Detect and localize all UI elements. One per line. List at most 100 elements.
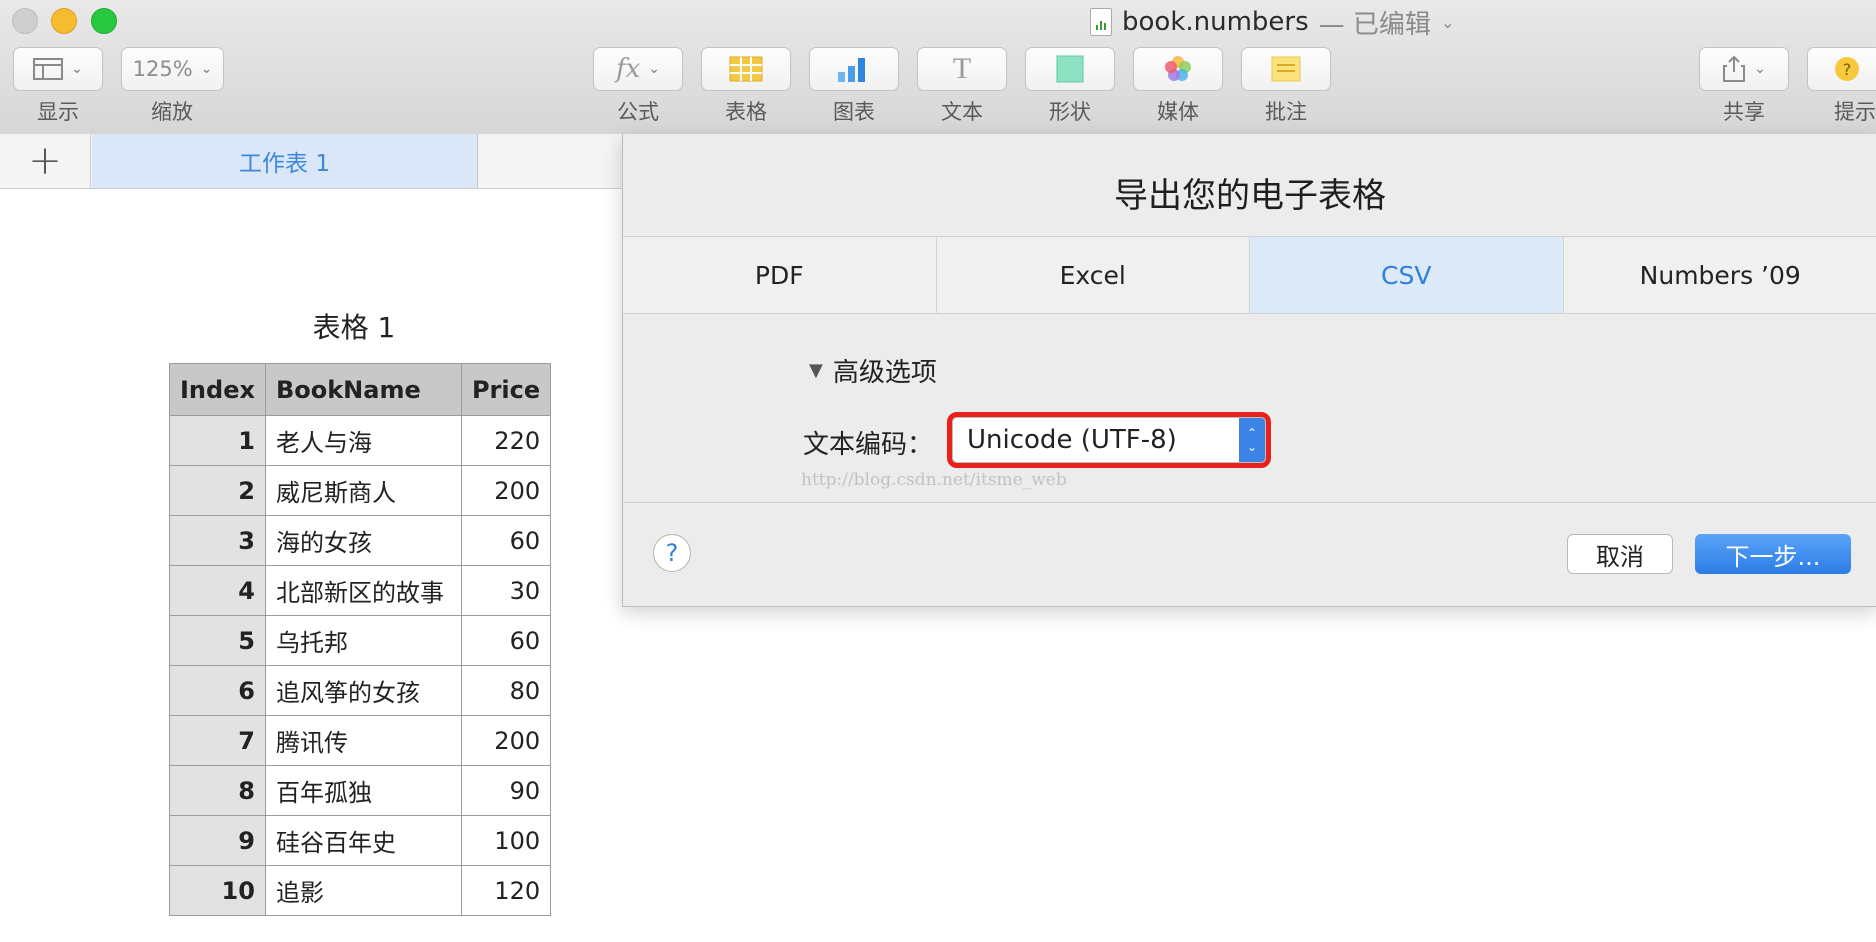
text-encoding-label: 文本编码： xyxy=(803,430,934,460)
cell-index[interactable]: 9 xyxy=(169,815,266,866)
square-shape-icon xyxy=(1056,55,1084,83)
cell-bookname[interactable]: 海的女孩 xyxy=(264,515,462,566)
table-title[interactable]: 表格 1 xyxy=(170,306,538,346)
table-row: 8 百年孤独 90 xyxy=(169,765,552,816)
cell-index[interactable]: 1 xyxy=(169,415,266,466)
cell-price[interactable]: 80 xyxy=(460,665,552,716)
share-button[interactable]: ⌄ xyxy=(1699,47,1789,91)
cell-price[interactable]: 60 xyxy=(460,615,552,666)
cell-index[interactable]: 6 xyxy=(169,665,266,716)
text-button[interactable]: T xyxy=(917,47,1007,91)
tips-label: 提示 xyxy=(1834,100,1876,124)
table-row: 4 北部新区的故事 30 xyxy=(169,565,552,616)
zoom-label: 缩放 xyxy=(151,100,193,124)
table-row: 3 海的女孩 60 xyxy=(169,515,552,566)
chevron-down-icon: ⌄ xyxy=(1440,12,1455,32)
header-cell-bookname[interactable]: BookName xyxy=(264,363,462,416)
photos-flower-icon xyxy=(1165,56,1191,81)
cell-bookname[interactable]: 腾讯传 xyxy=(264,715,462,766)
svg-text:?: ? xyxy=(1843,60,1852,79)
minimize-window-button[interactable] xyxy=(51,8,77,34)
cell-index[interactable]: 4 xyxy=(169,565,266,616)
spreadsheet-table[interactable]: Index BookName Price 1 老人与海 220 2 威尼斯商人 200 3 海… xyxy=(169,363,552,916)
cell-bookname[interactable]: 硅谷百年史 xyxy=(264,815,462,866)
cell-index[interactable]: 8 xyxy=(169,765,266,816)
share-label: 共享 xyxy=(1723,100,1765,124)
cell-bookname[interactable]: 追风筝的女孩 xyxy=(264,665,462,716)
cell-price[interactable]: 60 xyxy=(460,515,552,566)
cell-index[interactable]: 10 xyxy=(169,865,266,916)
advanced-options-label: 高级选项 xyxy=(832,358,937,388)
zoom-menu[interactable]: 125% ⌄ xyxy=(121,47,224,91)
help-button[interactable]: ? xyxy=(653,534,691,572)
cell-price[interactable]: 120 xyxy=(460,865,552,916)
plus-icon: + xyxy=(28,138,62,184)
view-label: 显示 xyxy=(37,100,79,124)
add-sheet-button[interactable]: + xyxy=(0,134,91,188)
next-button[interactable]: 下一步... xyxy=(1695,534,1851,574)
cell-price[interactable]: 200 xyxy=(460,715,552,766)
cell-bookname[interactable]: 百年孤独 xyxy=(264,765,462,816)
tab-pdf[interactable]: PDF xyxy=(623,237,937,313)
tab-csv[interactable]: CSV xyxy=(1250,237,1564,313)
view-button[interactable]: ⌄ xyxy=(13,47,103,91)
export-format-tabs: PDF Excel CSV Numbers ’09 xyxy=(623,236,1876,314)
edited-status: — 已编辑 xyxy=(1318,9,1431,40)
shape-label: 形状 xyxy=(1049,100,1091,124)
tips-button[interactable]: ? xyxy=(1807,47,1876,91)
cell-bookname[interactable]: 老人与海 xyxy=(264,415,462,466)
cell-price[interactable]: 30 xyxy=(460,565,552,616)
cell-price[interactable]: 220 xyxy=(460,415,552,466)
cell-price[interactable]: 200 xyxy=(460,465,552,516)
shape-button[interactable] xyxy=(1025,47,1115,91)
numbers-document-icon xyxy=(1090,8,1112,36)
formula-button[interactable]: fx ⌄ xyxy=(593,47,683,91)
formula-label: 公式 xyxy=(617,100,659,124)
table-row: 10 追影 120 xyxy=(169,865,552,916)
cell-bookname[interactable]: 乌托邦 xyxy=(264,615,462,666)
advanced-options-toggle[interactable]: ▼ 高级选项 xyxy=(809,352,937,389)
cancel-button[interactable]: 取消 xyxy=(1567,534,1673,574)
cell-bookname[interactable]: 威尼斯商人 xyxy=(264,465,462,516)
table-row: 6 追风筝的女孩 80 xyxy=(169,665,552,716)
tab-numbers-09[interactable]: Numbers ’09 xyxy=(1564,237,1876,313)
cell-index[interactable]: 5 xyxy=(169,615,266,666)
comment-button[interactable] xyxy=(1241,47,1331,91)
cell-bookname[interactable]: 北部新区的故事 xyxy=(264,565,462,616)
export-dialog: 导出您的电子表格 PDF Excel CSV Numbers ’09 ▼ 高级选… xyxy=(622,134,1876,607)
chart-label: 图表 xyxy=(833,100,875,124)
chevron-down-icon: ⌄ xyxy=(200,61,213,77)
cell-price[interactable]: 90 xyxy=(460,765,552,816)
cell-index[interactable]: 3 xyxy=(169,515,266,566)
chevron-down-icon: ⌄ xyxy=(71,61,83,77)
chevron-down-icon: ⌄ xyxy=(1754,61,1766,77)
header-cell-price[interactable]: Price xyxy=(460,363,552,416)
table-button[interactable] xyxy=(701,47,791,91)
text-encoding-select[interactable]: Unicode (UTF-8) ⌃ ⌄ xyxy=(952,417,1266,463)
window-title[interactable]: book.numbers — 已编辑 ⌄ xyxy=(1090,4,1454,40)
text-label: 文本 xyxy=(941,100,983,124)
cell-index[interactable]: 7 xyxy=(169,715,266,766)
chevron-down-icon: ⌄ xyxy=(648,61,661,77)
table-row: 1 老人与海 220 xyxy=(169,415,552,466)
cell-price[interactable]: 100 xyxy=(460,815,552,866)
text-icon: T xyxy=(952,52,972,85)
media-label: 媒体 xyxy=(1157,100,1199,124)
close-window-button[interactable] xyxy=(12,8,38,34)
encoding-value: Unicode (UTF-8) xyxy=(967,425,1177,455)
zoom-window-button[interactable] xyxy=(91,8,117,34)
cell-bookname[interactable]: 追影 xyxy=(264,865,462,916)
cell-index[interactable]: 2 xyxy=(169,465,266,516)
tab-excel[interactable]: Excel xyxy=(937,237,1250,313)
table-label: 表格 xyxy=(725,100,767,124)
media-button[interactable] xyxy=(1133,47,1223,91)
header-cell-index[interactable]: Index xyxy=(169,363,266,416)
bar-chart-icon xyxy=(838,58,865,82)
disclosure-triangle-down-icon: ▼ xyxy=(809,360,823,381)
table-row: 2 威尼斯商人 200 xyxy=(169,465,552,516)
tab-sheet-1[interactable]: 工作表 1 xyxy=(92,134,478,188)
tips-question-icon: ? xyxy=(1835,57,1859,81)
sidebar-layout-icon xyxy=(33,58,64,80)
share-icon xyxy=(1723,55,1746,82)
chart-button[interactable] xyxy=(809,47,899,91)
